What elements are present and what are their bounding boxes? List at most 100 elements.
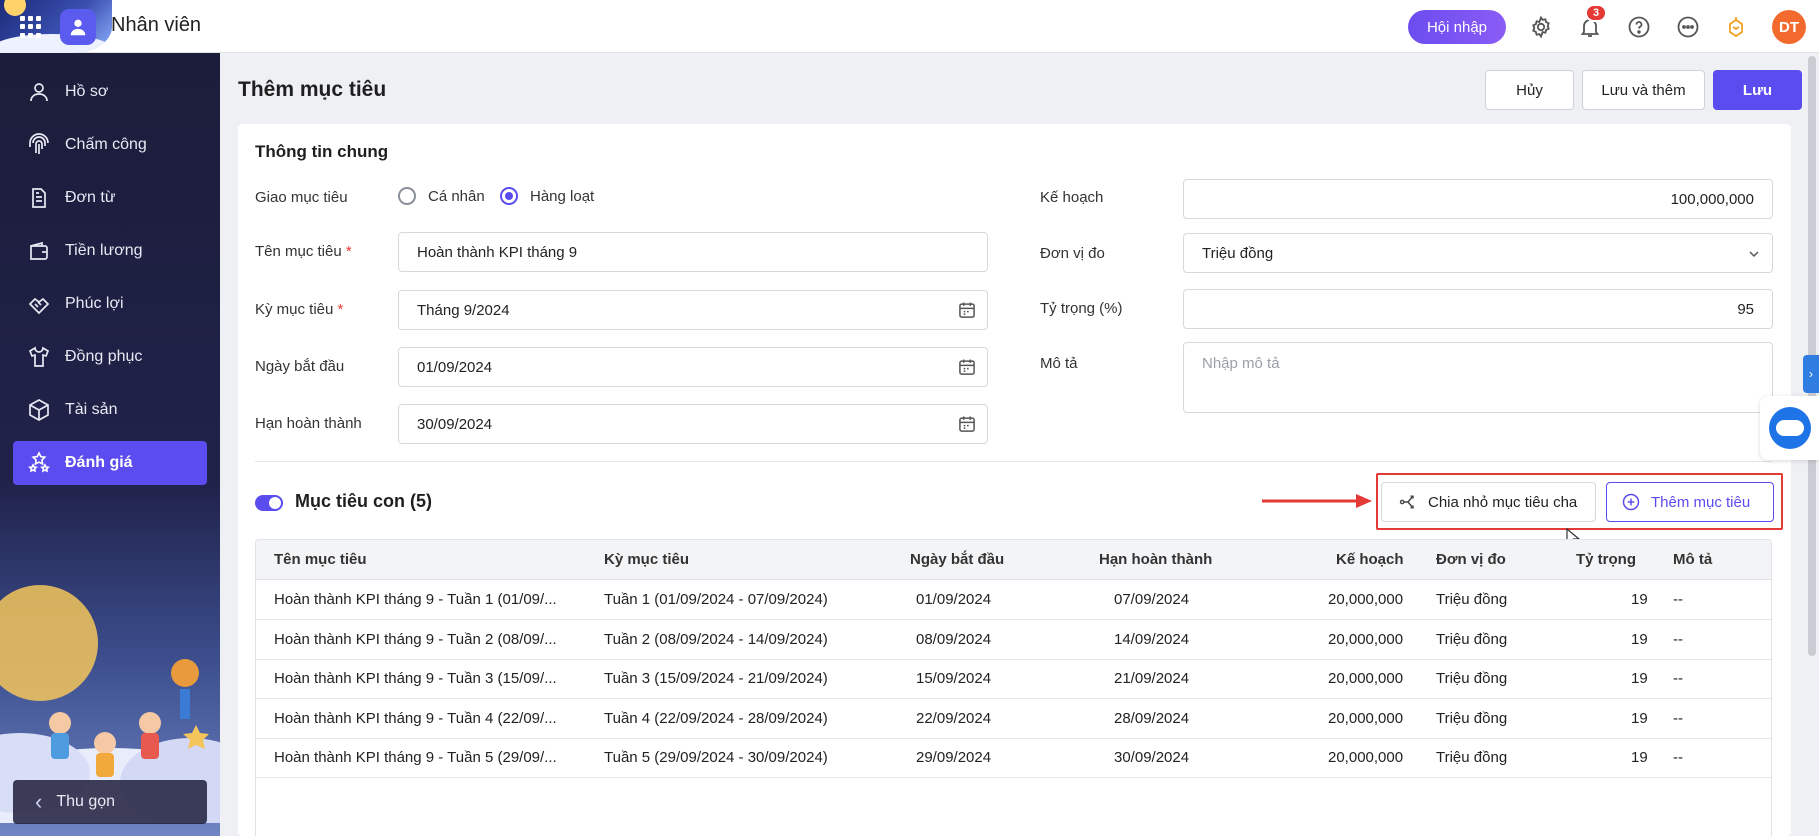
- radio-dot: [398, 187, 416, 205]
- table-cell: Tuần 2 (08/09/2024 - 14/09/2024): [604, 630, 828, 648]
- expand-panel-tab[interactable]: ›: [1803, 355, 1819, 393]
- person-icon: [30, 83, 48, 102]
- plan-value: 100,000,000: [1670, 190, 1754, 208]
- deadline-label: Hạn hoàn thành: [255, 415, 362, 432]
- radio-label: Hàng loạt: [530, 187, 595, 205]
- table-cell: 07/09/2024: [1114, 591, 1190, 608]
- description-label: Mô tả: [1040, 355, 1078, 372]
- goal-period-picker[interactable]: Tháng 9/2024: [398, 290, 988, 330]
- deadline-picker[interactable]: 30/09/2024: [398, 404, 988, 444]
- document-icon: [32, 188, 46, 208]
- sidebar-item-label: Đơn từ: [65, 189, 116, 206]
- gear-icon[interactable]: [1528, 14, 1554, 40]
- table-header: Tên mục tiêu Kỳ mục tiêu Ngày bắt đầu Hạ…: [256, 540, 1771, 580]
- table-cell: Tuần 5 (29/09/2024 - 30/09/2024): [604, 749, 828, 766]
- sidebar-item-requests[interactable]: Đơn từ: [13, 176, 207, 220]
- sidebar-item-profile[interactable]: Hồ sơ: [13, 70, 207, 114]
- save-button[interactable]: Lưu: [1713, 70, 1802, 110]
- chatbot-widget[interactable]: [1760, 396, 1819, 460]
- fingerprint-icon: [29, 133, 49, 154]
- goal-period-value: Tháng 9/2024: [417, 301, 510, 319]
- goal-name-input[interactable]: Hoàn thành KPI tháng 9: [398, 232, 988, 272]
- radio-individual[interactable]: Cá nhân: [398, 187, 485, 205]
- table-cell: 15/09/2024: [916, 670, 992, 687]
- table-row[interactable]: Hoàn thành KPI tháng 9 - Tuần 1 (01/09/.…: [256, 580, 1771, 620]
- notification-badge: 3: [1585, 4, 1607, 22]
- weight-input[interactable]: 95: [1183, 289, 1773, 329]
- column-header: Tên mục tiêu: [274, 551, 367, 568]
- top-header: Nhân viên Hội nhập 3 DT: [0, 0, 1819, 53]
- goal-name-value: Hoàn thành KPI tháng 9: [417, 243, 578, 261]
- column-header: Kỳ mục tiêu: [604, 551, 690, 568]
- table-cell: Tuần 1 (01/09/2024 - 07/09/2024): [604, 591, 828, 608]
- moon-icon: [4, 0, 26, 16]
- goal-name-label-text: Tên mục tiêu: [255, 243, 342, 260]
- sidebar-item-salary[interactable]: Tiền lương: [13, 229, 207, 273]
- table-cell: --: [1673, 709, 1683, 727]
- sidebar-item-benefits[interactable]: Phúc lợi: [13, 282, 207, 326]
- lantern-icon[interactable]: [1723, 14, 1749, 40]
- table-row[interactable]: Hoàn thành KPI tháng 9 - Tuần 3 (15/09/.…: [256, 659, 1771, 699]
- unit-select[interactable]: Triệu đồng: [1183, 233, 1773, 273]
- calendar-icon[interactable]: [957, 300, 977, 320]
- plan-input[interactable]: 100,000,000: [1183, 179, 1773, 219]
- goal-period-label: Kỳ mục tiêu *: [255, 301, 343, 318]
- chevron-down-icon: [1749, 251, 1759, 258]
- description-textarea[interactable]: Nhập mô tả: [1183, 342, 1773, 413]
- split-icon: [1399, 495, 1414, 509]
- column-header: Ngày bắt đầu: [910, 551, 1005, 568]
- table-row[interactable]: Hoàn thành KPI tháng 9 - Tuần 4 (22/09/.…: [256, 699, 1771, 739]
- table-cell: 20,000,000: [1328, 630, 1404, 648]
- sidebar-item-assets[interactable]: Tài sản: [13, 388, 207, 432]
- cancel-button[interactable]: Hủy: [1485, 70, 1574, 110]
- table-cell: 19: [1631, 591, 1648, 608]
- collapse-label: Thu gọn: [56, 793, 116, 810]
- table-cell: 30/09/2024: [1114, 749, 1190, 766]
- table-cell: 19: [1631, 749, 1648, 766]
- page-title: Thêm mục tiêu: [238, 78, 387, 101]
- table-cell: --: [1673, 591, 1683, 608]
- avatar[interactable]: DT: [1772, 10, 1806, 44]
- table-cell: Hoàn thành KPI tháng 9 - Tuần 4 (22/09/.…: [274, 709, 557, 727]
- sidebar-item-label: Đồng phục: [65, 348, 143, 365]
- general-info-title: Thông tin chung: [255, 142, 389, 161]
- sidebar-item-label: Tiền lương: [65, 242, 143, 259]
- add-goal-label: Thêm mục tiêu: [1651, 493, 1751, 511]
- column-header: Hạn hoàn thành: [1099, 551, 1213, 568]
- table-row[interactable]: Hoàn thành KPI tháng 9 - Tuần 2 (08/09/.…: [256, 620, 1771, 660]
- radio-bulk[interactable]: Hàng loạt: [500, 187, 594, 205]
- chevron-left-icon: ‹: [35, 789, 43, 814]
- more-icon[interactable]: [1675, 14, 1701, 40]
- table-cell: 22/09/2024: [916, 709, 992, 727]
- table-cell: Tuần 4 (22/09/2024 - 28/09/2024): [604, 709, 828, 727]
- table-cell: 20,000,000: [1328, 709, 1404, 727]
- sidebar-item-uniform[interactable]: Đồng phục: [13, 335, 207, 379]
- help-icon[interactable]: [1626, 14, 1652, 40]
- plus-circle-icon: [1622, 493, 1640, 511]
- add-goal-button[interactable]: Thêm mục tiêu: [1606, 482, 1774, 522]
- table-cell: 20,000,000: [1328, 670, 1404, 687]
- calendar-icon[interactable]: [957, 357, 977, 377]
- table-cell: 19: [1631, 709, 1648, 727]
- sidebar: Hồ sơ Chấm công Đơn từ Tiền lương Phúc l…: [0, 53, 220, 836]
- table-cell: --: [1673, 670, 1683, 687]
- unit-value: Triệu đồng: [1202, 244, 1274, 262]
- annotation-arrow: [1262, 494, 1372, 508]
- start-date-label: Ngày bắt đầu: [255, 358, 345, 375]
- start-date-picker[interactable]: 01/09/2024: [398, 347, 988, 387]
- calendar-icon[interactable]: [957, 414, 977, 434]
- table-cell: Hoàn thành KPI tháng 9 - Tuần 5 (29/09/.…: [274, 749, 557, 766]
- sidebar-item-evaluation[interactable]: Đánh giá: [13, 441, 207, 485]
- split-parent-goal-button[interactable]: Chia nhỏ mục tiêu cha: [1381, 482, 1596, 522]
- table-row[interactable]: Hoàn thành KPI tháng 9 - Tuần 5 (29/09/.…: [256, 738, 1771, 778]
- save-and-add-button[interactable]: Lưu và thêm: [1582, 70, 1705, 110]
- collapse-sidebar-button[interactable]: ‹ Thu gọn: [13, 780, 207, 824]
- sidebar-item-attendance[interactable]: Chấm công: [13, 123, 207, 167]
- sub-goals-toggle[interactable]: [255, 495, 283, 511]
- sidebar-item-label: Hồ sơ: [65, 83, 109, 100]
- onboard-button[interactable]: Hội nhập: [1408, 10, 1506, 44]
- deadline-value: 30/09/2024: [417, 415, 493, 433]
- radio-dot-selected: [500, 187, 518, 205]
- apps-grid-icon[interactable]: [20, 16, 42, 38]
- split-parent-goal-label: Chia nhỏ mục tiêu cha: [1428, 493, 1578, 511]
